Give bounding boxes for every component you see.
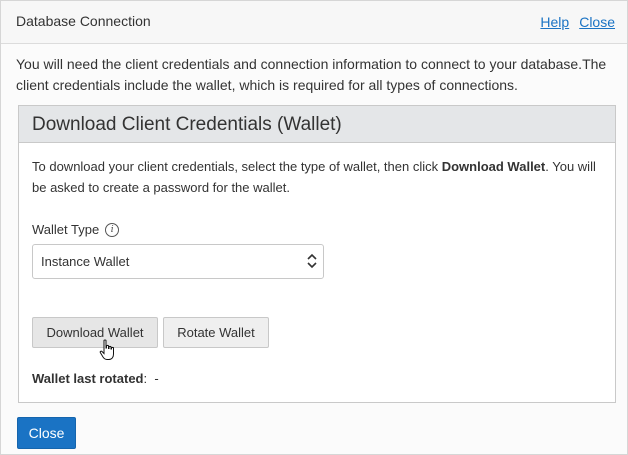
info-icon[interactable]: i	[105, 222, 120, 237]
wallet-type-value: Instance Wallet	[41, 254, 130, 269]
database-connection-dialog: Database Connection Help Close You will n…	[0, 0, 628, 455]
description-text-1: To download your client credentials, sel…	[32, 159, 442, 174]
close-link[interactable]: Close	[579, 14, 615, 30]
wallet-type-select[interactable]: Instance Wallet	[32, 244, 324, 279]
select-updown-icon	[307, 253, 317, 269]
wallet-last-rotated: Wallet last rotated: -	[32, 371, 159, 386]
panel-header: Download Client Credentials (Wallet)	[19, 106, 615, 143]
header-links: Help Close	[530, 14, 615, 30]
close-button[interactable]: Close	[17, 417, 76, 449]
description-bold: Download Wallet	[441, 159, 546, 174]
hand-pointer-cursor-icon	[99, 339, 114, 360]
wallet-type-label-row: Wallet Type i	[32, 222, 120, 237]
dialog-title: Database Connection	[16, 13, 151, 29]
wallet-type-label: Wallet Type	[32, 222, 100, 237]
panel-title: Download Client Credentials (Wallet)	[32, 114, 342, 135]
rotate-wallet-button[interactable]: Rotate Wallet	[163, 317, 269, 348]
panel-description: To download your client credentials, sel…	[32, 156, 602, 198]
download-wallet-button[interactable]: Download Wallet	[32, 317, 158, 348]
help-link[interactable]: Help	[540, 14, 569, 30]
last-rotated-label: Wallet last rotated	[32, 371, 144, 386]
last-rotated-value: -	[154, 371, 159, 386]
wallet-panel: Download Client Credentials (Wallet) To …	[18, 105, 616, 403]
dialog-header: Database Connection Help Close	[1, 1, 627, 44]
intro-text: You will need the client credentials and…	[16, 56, 607, 93]
